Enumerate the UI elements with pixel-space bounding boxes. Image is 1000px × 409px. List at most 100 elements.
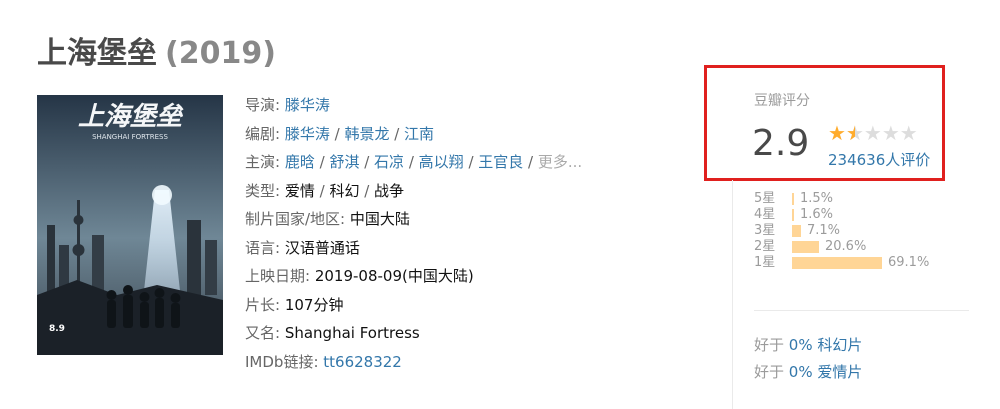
better-than-row: 好于 0% 科幻片 — [754, 332, 862, 359]
better-than-prefix: 好于 — [754, 363, 789, 381]
separator: / — [359, 181, 375, 200]
rating-bar — [792, 257, 882, 269]
cast-link[interactable]: 王官良 — [478, 153, 523, 171]
separator: / — [359, 153, 375, 171]
language-label: 语言: — [245, 238, 285, 257]
movie-title: 上海堡垒 — [37, 36, 157, 71]
aka-value: Shanghai Fortress — [284, 324, 420, 342]
aka-label: 又名: — [245, 324, 285, 342]
genre: 科幻 — [329, 181, 360, 200]
rating-pct: 7.1% — [807, 223, 841, 238]
rating-row-label: 1星 — [754, 255, 776, 270]
cast-link[interactable]: 高以翔 — [419, 153, 464, 171]
rating-row-1: 1星 69.1% — [754, 255, 929, 271]
rating-stars: ★★ ★★★ — [828, 121, 918, 145]
rating-pct: 20.6% — [825, 239, 867, 254]
language-row: 语言: 汉语普通话 — [245, 234, 582, 263]
genre-row: 类型: 爱情 / 科幻 / 战争 — [245, 177, 582, 206]
votes-link[interactable]: 234636人评价 — [828, 149, 930, 170]
better-than-genre: 科幻片 — [812, 336, 863, 354]
star-full-icon: ★ — [828, 121, 846, 145]
genre: 战争 — [374, 181, 405, 200]
genre-label: 类型: — [245, 181, 285, 200]
director-link[interactable]: 滕华涛 — [285, 96, 330, 114]
director-row: 导演: 滕华涛 — [245, 91, 582, 120]
rating-bar — [792, 241, 819, 253]
imdb-row: IMDb链接: tt6628322 — [245, 348, 582, 377]
better-than-link[interactable]: 0% 爱情片 — [789, 363, 863, 381]
rating-label: 豆瓣评分 — [754, 93, 810, 109]
better-than-pct: 0% — [788, 363, 813, 381]
poster-date-art: 8.9 — [49, 324, 65, 334]
rating-bar — [792, 209, 794, 221]
rating-pct: 1.5% — [800, 191, 834, 206]
separator: / — [463, 153, 479, 171]
better-than-row: 好于 0% 爱情片 — [754, 359, 862, 386]
rating-row-5: 5星 1.5% — [754, 191, 929, 207]
writer-label: 编剧: — [245, 124, 285, 143]
movie-poster[interactable]: 上海堡垒 SHANGHAI FORTRESS 8.9 — [37, 95, 223, 355]
genre: 爱情 — [284, 181, 315, 200]
rating-row-label: 5星 — [754, 191, 776, 206]
runtime-label: 片长: — [245, 295, 285, 314]
writer-link[interactable]: 韩景龙 — [344, 125, 389, 143]
star-empty-icon: ★ — [899, 121, 918, 145]
writer-row: 编剧: 滕华涛 / 韩景龙 / 江南 — [245, 120, 582, 149]
imdb-label: IMDb链接: — [245, 352, 324, 371]
separator: / — [523, 153, 538, 171]
release-row: 上映日期: 2019-08-09(中国大陆) — [245, 262, 582, 291]
star-half-icon: ★ — [846, 121, 864, 145]
star-empty-icon: ★ — [863, 121, 882, 145]
separator: / — [404, 153, 419, 171]
separator: / — [329, 124, 345, 143]
cast-link[interactable]: 石凉 — [374, 153, 404, 171]
writer-link[interactable]: 滕华涛 — [285, 125, 330, 143]
separator: / — [314, 181, 330, 200]
language-value: 汉语普通话 — [284, 238, 360, 257]
rating-pct: 1.6% — [800, 207, 834, 222]
better-than-prefix: 好于 — [754, 336, 789, 354]
better-than-link[interactable]: 0% 科幻片 — [789, 336, 863, 354]
release-value: 2019-08-09(中国大陆) — [314, 267, 474, 285]
separator: / — [314, 153, 330, 171]
page-title: 上海堡垒 (2019) — [37, 28, 276, 72]
sidebar-divider — [732, 180, 733, 409]
rating-row-4: 4星 1.6% — [754, 207, 929, 223]
runtime-row: 片长: 107分钟 — [245, 291, 582, 320]
star-empty-icon: ★ — [881, 121, 900, 145]
rating-row-3: 3星 7.1% — [754, 223, 929, 239]
movie-info: 导演: 滕华涛 编剧: 滕华涛 / 韩景龙 / 江南 主演: 鹿晗 / 舒淇 /… — [245, 91, 582, 376]
rating-score: 2.9 — [752, 123, 810, 164]
cast-row: 主演: 鹿晗 / 舒淇 / 石凉 / 高以翔 / 王官良 / 更多... — [245, 148, 582, 177]
poster-title-art: 上海堡垒 — [78, 102, 184, 132]
more-cast-link[interactable]: 更多... — [538, 153, 582, 171]
cast-label: 主演: — [245, 153, 285, 171]
rating-row-label: 4星 — [754, 207, 776, 222]
director-label: 导演: — [245, 96, 285, 114]
cast-link[interactable]: 鹿晗 — [285, 153, 315, 171]
movie-year: (2019) — [165, 36, 276, 71]
poster-subtitle-art: SHANGHAI FORTRESS — [92, 133, 168, 141]
rating-bar — [792, 193, 794, 205]
writer-link[interactable]: 江南 — [404, 125, 434, 143]
rating-distribution: 5星 1.5% 4星 1.6% 3星 7.1% 2星 20.6% 1星 69.1% — [754, 191, 929, 271]
separator: / — [389, 124, 405, 143]
better-than-pct: 0% — [788, 336, 813, 354]
country-value: 中国大陆 — [349, 210, 410, 228]
poster-image: 上海堡垒 SHANGHAI FORTRESS 8.9 — [37, 95, 223, 355]
rating-bar — [792, 225, 801, 237]
runtime-value: 107分钟 — [284, 295, 344, 314]
country-label: 制片国家/地区: — [245, 210, 350, 228]
rating-row-label: 2星 — [754, 239, 776, 254]
rating-row-label: 3星 — [754, 223, 776, 238]
imdb-link[interactable]: tt6628322 — [323, 353, 402, 371]
better-than-genre: 爱情片 — [812, 363, 863, 381]
section-divider — [754, 310, 969, 311]
rating-row-2: 2星 20.6% — [754, 239, 929, 255]
rating-pct: 69.1% — [888, 255, 930, 270]
better-than: 好于 0% 科幻片 好于 0% 爱情片 — [754, 332, 862, 386]
cast-link[interactable]: 舒淇 — [329, 153, 359, 171]
country-row: 制片国家/地区: 中国大陆 — [245, 205, 582, 234]
aka-row: 又名: Shanghai Fortress — [245, 319, 582, 348]
release-label: 上映日期: — [245, 267, 315, 285]
